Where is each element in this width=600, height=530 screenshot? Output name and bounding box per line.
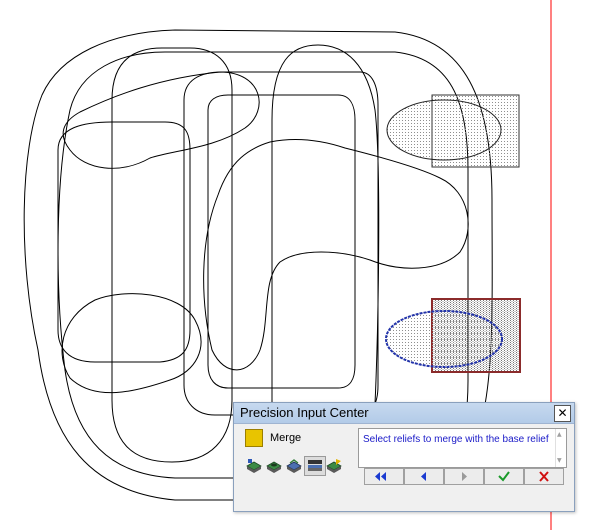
scroll-up-icon[interactable]: ▲ [557, 431, 562, 438]
merge-multiply-icon[interactable] [324, 457, 344, 475]
red-x-icon [539, 471, 549, 482]
first-button[interactable] [364, 468, 404, 485]
scroll-down-icon[interactable]: ▼ [557, 457, 562, 464]
merge-add-icon[interactable] [244, 457, 264, 475]
mode-label: Merge [270, 432, 302, 444]
previous-button[interactable] [404, 468, 444, 485]
double-left-arrow-icon [375, 472, 386, 481]
message-scrollbar[interactable]: ▲ ▼ [555, 429, 566, 467]
instruction-text: Select reliefs to merge with the base re… [363, 434, 549, 445]
top-left-bean-vector[interactable] [62, 71, 260, 169]
merge-mode-swatch [245, 429, 263, 447]
close-button[interactable]: ✕ [554, 405, 571, 422]
bottom-left-bean-vector[interactable] [61, 293, 202, 394]
merge-subtract-icon[interactable] [264, 457, 284, 475]
merge-highest-icon[interactable] [284, 457, 304, 475]
lower-selected-ellipse[interactable] [385, 310, 503, 368]
apply-button[interactable] [484, 468, 524, 485]
message-panel: Select reliefs to merge with the base re… [358, 428, 567, 468]
next-button[interactable] [444, 468, 484, 485]
precision-input-center-window[interactable]: Precision Input Center ✕ Merge Select re… [233, 402, 575, 512]
right-arrow-icon [462, 472, 467, 481]
green-check-icon [498, 471, 510, 482]
left-tube-vector[interactable] [111, 47, 233, 463]
close-icon: ✕ [557, 406, 568, 420]
cancel-button[interactable] [524, 468, 564, 485]
upper-dotted-ellipse[interactable] [386, 99, 502, 161]
merge-lowest-icon[interactable] [304, 456, 326, 476]
title-bar[interactable]: Precision Input Center ✕ [234, 403, 574, 424]
left-arrow-icon [421, 472, 426, 481]
window-title: Precision Input Center [240, 405, 369, 420]
center-loop-vector[interactable] [183, 71, 379, 416]
center-inner-loop-vector[interactable] [207, 94, 356, 389]
